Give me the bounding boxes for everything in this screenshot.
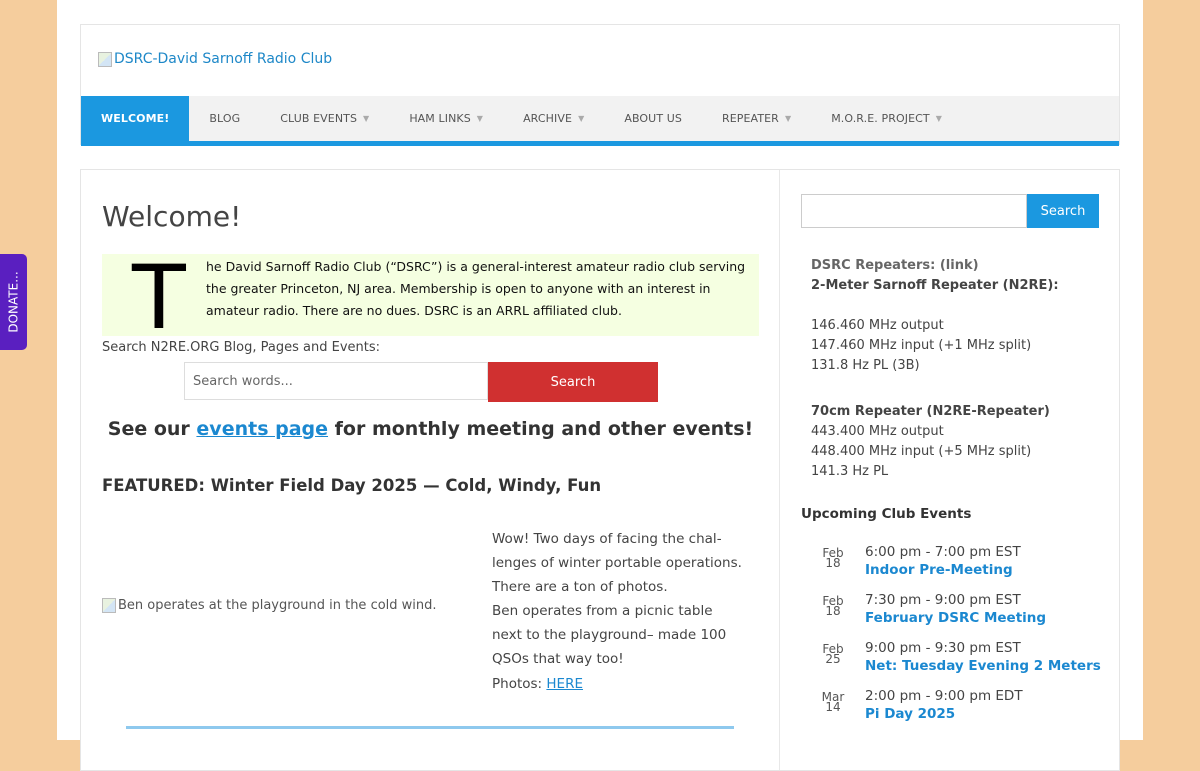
repeater-70cm-line: 443.400 MHz output xyxy=(811,424,944,439)
event-item: Feb 18 7:30 pm - 9:00 pm EST February DSR… xyxy=(821,592,1101,632)
event-day: 25 xyxy=(825,652,841,666)
sidebar-search-form: Search xyxy=(801,194,1099,228)
nav-label: Welcome! xyxy=(101,112,170,125)
nav-item-club-events[interactable]: Club Events ▼ xyxy=(260,96,389,141)
page-container: DSRC-David Sarnoff Radio Club Welcome! B… xyxy=(57,0,1143,771)
repeater-70cm-title: 70cm Repeater (N2RE-Repeater) xyxy=(811,404,1050,419)
nav-label: Ham Links xyxy=(409,112,471,125)
search-label: Search N2RE.ORG Blog, Pages and Events: xyxy=(102,340,381,355)
intro-box: T he David Sarnoff Radio Club (“DSRC”) i… xyxy=(102,254,759,342)
nav-item-more-project[interactable]: M.O.R.E. Project ▼ xyxy=(811,96,962,141)
caret-down-icon: ▼ xyxy=(784,114,792,123)
donate-tab[interactable]: DONATE... xyxy=(0,254,27,350)
events-page-link[interactable]: events page xyxy=(196,418,328,440)
section-rule xyxy=(126,726,734,729)
event-link[interactable]: February DSRC Meeting xyxy=(865,610,1046,626)
site-header: DSRC-David Sarnoff Radio Club Welcome! B… xyxy=(80,24,1120,146)
event-day: 14 xyxy=(825,700,841,714)
dropcap-letter: T xyxy=(132,246,186,349)
event-time: 7:30 pm - 9:00 pm EST xyxy=(865,592,1021,608)
repeater-70cm-line: 141.3 Hz PL xyxy=(811,464,889,479)
event-date: Feb 18 xyxy=(821,595,845,618)
event-date: Mar 14 xyxy=(821,691,845,714)
featured-image[interactable]: Ben operates at the playground in the co… xyxy=(102,598,437,613)
events-suffix: for monthly meeting and other events! xyxy=(328,418,754,440)
nav-label: Archive xyxy=(523,112,573,125)
nav-item-about-us[interactable]: About Us xyxy=(604,96,702,141)
event-day: 18 xyxy=(825,604,841,618)
repeater-2m-line: 131.8 Hz PL (3B) xyxy=(811,358,920,373)
event-item: Mar 14 2:00 pm - 9:00 pm EDT Pi Day 2025 xyxy=(821,688,1101,728)
events-callout: See our events page for monthly meeting … xyxy=(102,418,759,440)
nav-label: About Us xyxy=(624,112,682,125)
intro-text: he David Sarnoff Radio Club (“DSRC”) is … xyxy=(206,259,746,318)
site-logo-link[interactable]: DSRC-David Sarnoff Radio Club xyxy=(98,51,332,67)
main-nav: Welcome! Blog Club Events ▼ Ham Links ▼ Ar… xyxy=(81,96,1119,146)
event-link[interactable]: Net: Tuesday Evening 2 Meters xyxy=(865,658,1101,674)
caret-down-icon: ▼ xyxy=(935,114,942,123)
event-time: 6:00 pm - 7:00 pm EST xyxy=(865,544,1021,560)
events-prefix: See our xyxy=(107,418,197,440)
event-date: Feb 18 xyxy=(821,547,845,570)
event-link[interactable]: Pi Day 2025 xyxy=(865,706,955,722)
event-time: 9:00 pm - 9:30 pm EST xyxy=(865,640,1021,656)
search-button[interactable]: Search xyxy=(488,362,658,402)
event-item: Feb 25 9:00 pm - 9:30 pm EST Net: Tuesday… xyxy=(821,640,1101,680)
main-search-form: Search xyxy=(184,362,658,402)
broken-image-icon xyxy=(98,51,112,67)
repeater-2m-line: 146.460 MHz output xyxy=(811,318,944,333)
repeater-2m-line: 147.460 MHz input (+1 MHz split) xyxy=(811,338,1032,353)
search-input[interactable] xyxy=(184,362,488,400)
event-date: Feb 25 xyxy=(821,643,845,666)
page-title: Welcome! xyxy=(102,200,242,233)
broken-image-icon xyxy=(102,598,116,613)
featured-image-alt: Ben operates at the playground in the co… xyxy=(118,598,437,613)
content-area: Welcome! T he David Sarnoff Radio Club (… xyxy=(80,169,1120,771)
photos-link[interactable]: HERE xyxy=(546,676,583,692)
photos-line: Photos: HERE xyxy=(492,676,583,692)
event-item: Feb 18 6:00 pm - 7:00 pm EST Indoor Pre-M… xyxy=(821,544,1101,584)
featured-title: FEATURED: Winter Field Day 2025 — Cold, … xyxy=(102,476,602,495)
nav-item-repeater[interactable]: Repeater ▼ xyxy=(702,96,811,141)
repeaters-link[interactable]: DSRC Repeaters: (link) xyxy=(811,256,1091,276)
event-time: 2:00 pm - 9:00 pm EDT xyxy=(865,688,1023,704)
featured-paragraph-1: Wow! Two days of facing the chal­lenges … xyxy=(492,531,742,595)
featured-text: Wow! Two days of facing the chal­lenges … xyxy=(492,527,742,671)
nav-label: M.O.R.E. Project xyxy=(831,112,930,125)
caret-down-icon: ▼ xyxy=(363,114,370,123)
nav-item-welcome[interactable]: Welcome! xyxy=(81,96,190,141)
repeater-info: DSRC Repeaters: (link) 2-Meter Sarnoff R… xyxy=(811,256,1091,482)
nav-label: Repeater xyxy=(721,112,779,125)
column-divider xyxy=(779,170,780,770)
donate-label: DONATE... xyxy=(6,271,21,333)
repeater-2m-title: 2-Meter Sarnoff Repeater (N2RE): xyxy=(811,278,1059,293)
site-logo-alt-text: DSRC-David Sarnoff Radio Club xyxy=(114,51,333,67)
featured-paragraph-2: Ben operates from a picnic table next to… xyxy=(492,603,727,667)
nav-label: Club Events xyxy=(280,112,358,125)
upcoming-events-title: Upcoming Club Events xyxy=(801,506,972,522)
photos-label: Photos: xyxy=(492,676,547,692)
nav-item-ham-links[interactable]: Ham Links ▼ xyxy=(389,96,503,141)
caret-down-icon: ▼ xyxy=(578,114,585,123)
event-day: 18 xyxy=(825,556,841,570)
sidebar-search-input[interactable] xyxy=(801,194,1027,228)
nav-label: Blog xyxy=(209,112,241,125)
nav-item-blog[interactable]: Blog xyxy=(189,96,260,141)
sidebar-search-button[interactable]: Search xyxy=(1027,194,1099,228)
event-link[interactable]: Indoor Pre-Meeting xyxy=(865,562,1013,578)
caret-down-icon: ▼ xyxy=(476,114,484,123)
nav-item-archive[interactable]: Archive ▼ xyxy=(503,96,604,141)
repeater-70cm-line: 448.400 MHz input (+5 MHz split) xyxy=(811,444,1032,459)
